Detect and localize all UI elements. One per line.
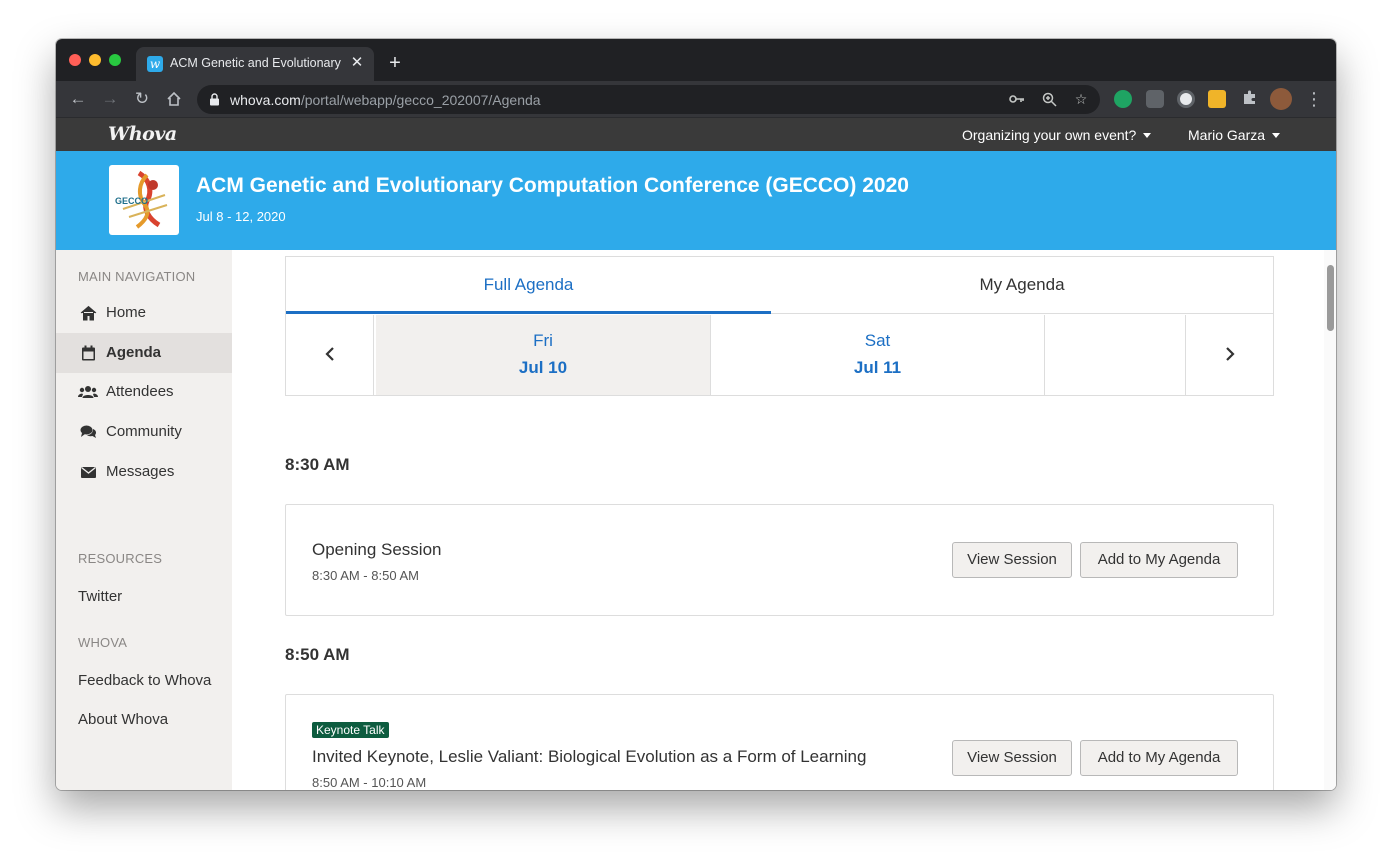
session-time: 8:30 AM - 8:50 AM <box>312 568 419 583</box>
honey-extension-icon[interactable] <box>1208 90 1226 108</box>
bookmark-star-icon[interactable]: ☆ <box>1071 89 1091 109</box>
day-date: Jul 11 <box>853 358 902 377</box>
lock-icon <box>210 93 219 106</box>
day-of-week: Fri <box>533 331 553 350</box>
organizing-event-label: Organizing your own event? <box>962 127 1137 143</box>
time-slot-heading: 8:50 AM <box>285 645 350 664</box>
sidebar-item-attendees[interactable]: Attendees <box>56 372 232 412</box>
day-date: Jul 10 <box>518 358 568 377</box>
user-name: Mario Garza <box>1188 127 1266 143</box>
home-browser-icon[interactable] <box>163 88 185 110</box>
sidebar-item-home[interactable]: Home <box>56 293 232 333</box>
sidebar-item-label: Agenda <box>106 344 162 361</box>
whova-heading: WHOVA <box>78 635 128 650</box>
tab-my-agenda[interactable]: My Agenda <box>771 257 1273 314</box>
close-tab-icon[interactable]: ✕ <box>348 54 366 72</box>
chevron-right-icon <box>1225 347 1235 361</box>
session-card: Opening Session 8:30 AM - 8:50 AM View S… <box>285 504 1274 616</box>
sidebar-item-label: Community <box>106 423 182 440</box>
browser-window: w ACM Genetic and Evolutionary Computati… <box>56 39 1336 790</box>
conference-logo-text: GECCO <box>115 196 148 206</box>
conference-banner: GECCO ACM Genetic and Evolutionary Compu… <box>56 151 1336 250</box>
next-day-button[interactable] <box>1185 315 1273 395</box>
tab-full-agenda[interactable]: Full Agenda <box>286 257 771 314</box>
envelope-icon <box>81 466 96 478</box>
url-host: whova.com <box>230 92 301 108</box>
sidebar-item-label: Attendees <box>106 383 174 400</box>
reload-icon[interactable]: ↻ <box>131 88 153 110</box>
user-menu-dropdown[interactable]: Mario Garza <box>1188 127 1281 143</box>
feedback-to-whova-link[interactable]: Feedback to Whova <box>78 672 211 689</box>
add-to-my-agenda-button[interactable]: Add to My Agenda <box>1080 542 1238 578</box>
close-window-button[interactable] <box>69 54 81 66</box>
record-extension-icon[interactable] <box>1177 90 1195 108</box>
caret-down-icon <box>1143 133 1152 138</box>
browser-toolbar: ← → ↻ whova.com/portal/webapp/gecco_2020… <box>56 81 1336 118</box>
day-tab-empty <box>1045 315 1185 395</box>
whova-favicon-icon: w <box>147 56 163 72</box>
back-icon[interactable]: ← <box>67 88 89 110</box>
evernote-extension-icon[interactable] <box>1114 90 1132 108</box>
url-path: /portal/webapp/gecco_202007/Agenda <box>300 92 541 108</box>
conference-logo: GECCO <box>109 165 179 235</box>
twitter-link[interactable]: Twitter <box>78 588 122 605</box>
session-title[interactable]: Opening Session <box>312 540 441 560</box>
chevron-left-icon <box>324 347 334 361</box>
zoom-icon[interactable] <box>1039 89 1059 109</box>
conference-dates: Jul 8 - 12, 2020 <box>196 209 286 224</box>
browser-menu-icon[interactable]: ⋮ <box>1303 88 1325 110</box>
main-navigation-heading: MAIN NAVIGATION <box>78 269 196 284</box>
calendar-icon <box>82 345 95 361</box>
day-of-week: Sat <box>864 331 891 350</box>
address-bar[interactable]: whova.com/portal/webapp/gecco_202007/Age… <box>197 85 1100 114</box>
tab-strip: w ACM Genetic and Evolutionary Computati… <box>56 39 1336 81</box>
scrollbar-thumb[interactable] <box>1327 265 1334 331</box>
minimize-window-button[interactable] <box>89 54 101 66</box>
extensions-puzzle-icon[interactable] <box>1239 89 1261 111</box>
browser-tab[interactable]: w ACM Genetic and Evolutionary Computati… <box>136 47 374 81</box>
sidebar: MAIN NAVIGATION Home Agenda Attendees Co… <box>56 250 232 790</box>
view-session-button[interactable]: View Session <box>952 542 1072 578</box>
view-session-button[interactable]: View Session <box>952 740 1072 776</box>
home-icon <box>80 305 97 321</box>
comments-icon <box>80 425 97 438</box>
about-whova-link[interactable]: About Whova <box>78 711 168 728</box>
sidebar-item-messages[interactable]: Messages <box>56 452 232 492</box>
page-scrollbar[interactable] <box>1324 250 1336 790</box>
users-icon <box>78 386 98 398</box>
conference-title: ACM Genetic and Evolutionary Computation… <box>196 174 909 197</box>
zoom-window-button[interactable] <box>109 54 121 66</box>
caret-down-icon <box>1272 133 1281 138</box>
day-tab-sat[interactable]: Sat Jul 11 <box>711 315 1045 395</box>
sidebar-item-agenda[interactable]: Agenda <box>56 333 232 373</box>
session-time: 8:50 AM - 10:10 AM <box>312 775 427 790</box>
keynote-badge: Keynote Talk <box>312 722 389 738</box>
url-text: whova.com/portal/webapp/gecco_202007/Age… <box>230 92 541 108</box>
session-title[interactable]: Invited Keynote, Leslie Valiant: Biologi… <box>312 747 866 767</box>
day-selector: Fri Jul 10 Sat Jul 11 <box>286 315 1273 395</box>
key-icon[interactable] <box>1007 89 1027 109</box>
whova-top-nav: Whova Organizing your own event? Mario G… <box>56 118 1336 151</box>
resources-heading: RESOURCES <box>78 551 163 566</box>
extension-icon[interactable] <box>1146 90 1164 108</box>
organizing-event-dropdown[interactable]: Organizing your own event? <box>962 127 1152 143</box>
session-card: Keynote Talk Invited Keynote, Leslie Val… <box>285 694 1274 790</box>
agenda-tabs-panel: Full Agenda My Agenda Fri Jul 10 Sat Jul… <box>285 256 1274 396</box>
sidebar-item-label: Home <box>106 304 147 321</box>
add-to-my-agenda-button[interactable]: Add to My Agenda <box>1080 740 1238 776</box>
forward-icon[interactable]: → <box>99 88 121 110</box>
tab-title: ACM Genetic and Evolutionary Computation… <box>170 56 342 70</box>
previous-day-button[interactable] <box>286 315 374 395</box>
agenda-main: Full Agenda My Agenda Fri Jul 10 Sat Jul… <box>232 250 1336 790</box>
whova-logo[interactable]: Whova <box>108 123 177 145</box>
sidebar-item-label: Messages <box>106 463 175 480</box>
sidebar-item-community[interactable]: Community <box>56 412 232 452</box>
profile-avatar[interactable] <box>1270 88 1292 110</box>
new-tab-button[interactable]: + <box>384 52 406 74</box>
day-tab-fri[interactable]: Fri Jul 10 <box>376 315 711 395</box>
time-slot-heading: 8:30 AM <box>285 455 350 474</box>
